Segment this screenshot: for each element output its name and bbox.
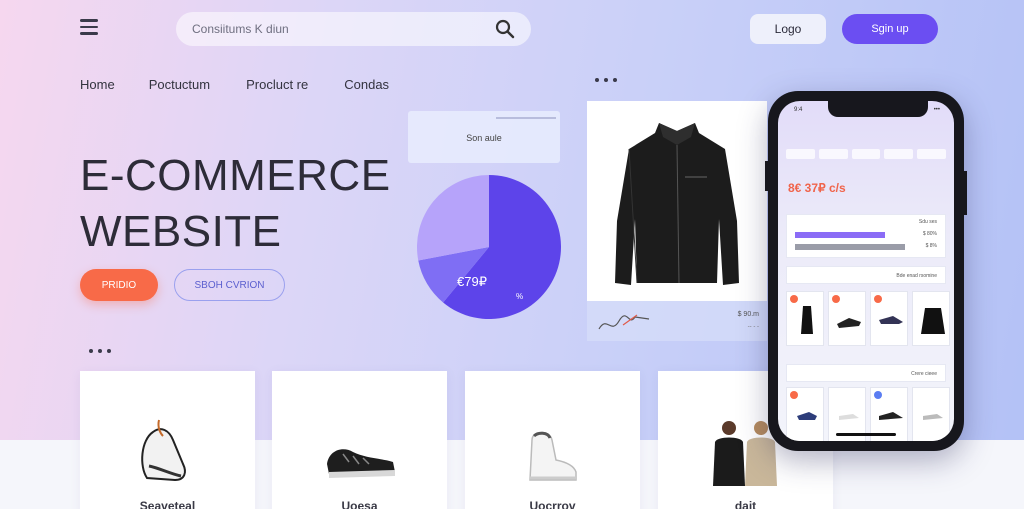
phone-mockup: 9:4 ••• 8€ 37₽ c/s Sdu ses $ 80% $ 8% Bd… bbox=[765, 91, 967, 451]
phone-panel-label: Sdu ses bbox=[918, 219, 937, 225]
phone-section-header: Bde enad rsomine bbox=[786, 266, 946, 284]
nav-item-home[interactable]: Home bbox=[80, 77, 115, 92]
phone-section-label: Crere cieee bbox=[911, 371, 937, 377]
pie-chart: €79₽ % bbox=[417, 175, 561, 319]
jacket-image bbox=[615, 123, 739, 285]
phone-tabs bbox=[786, 149, 946, 159]
stat-card-label: Son aule bbox=[466, 133, 502, 143]
phone-product-cell[interactable] bbox=[786, 291, 824, 346]
phone-product-grid bbox=[786, 291, 950, 346]
search-icon[interactable] bbox=[495, 19, 515, 39]
phone-side-button bbox=[964, 171, 967, 215]
phone-section-label: Bde enad rsomine bbox=[896, 273, 937, 279]
white-sneaker-image bbox=[529, 431, 577, 481]
hero-title-line-1: E-COMMERCE bbox=[80, 151, 391, 200]
phone-home-indicator bbox=[836, 433, 896, 436]
featured-product-footer: $ 90.m -- - - bbox=[587, 301, 767, 341]
login-button[interactable]: Logo bbox=[750, 14, 826, 44]
hero-title: E-COMMERCE WEBSITE bbox=[80, 148, 391, 260]
phone-product-icon bbox=[837, 318, 861, 328]
phone-time: 9:4 bbox=[794, 107, 803, 113]
product-name: dait bbox=[734, 499, 757, 509]
secondary-cta-button[interactable]: SBOH CVRION bbox=[174, 269, 285, 301]
phone-panel-label: $ 80% bbox=[922, 231, 937, 237]
featured-product-meta: -- - - bbox=[747, 324, 759, 330]
phone-product-cell[interactable] bbox=[912, 291, 950, 346]
primary-cta-button[interactable]: PRIDIO bbox=[80, 269, 158, 301]
phone-stats-panel: Sdu ses $ 80% $ 8% bbox=[786, 214, 946, 258]
hero-title-line-2: WEBSITE bbox=[80, 207, 282, 256]
phone-product-cell[interactable] bbox=[786, 387, 824, 441]
phone-section-header: Crere cieee bbox=[786, 364, 946, 382]
pie-center-label: €79₽ bbox=[457, 274, 487, 289]
phone-side-button bbox=[765, 161, 768, 191]
signature-icon bbox=[598, 314, 650, 330]
search-bar[interactable] bbox=[176, 12, 531, 46]
phone-panel-label: $ 8% bbox=[925, 243, 937, 249]
phone-product-icon bbox=[797, 412, 817, 420]
product-card[interactable]: Uocrrov bbox=[465, 371, 640, 509]
phone-product-icon bbox=[921, 308, 945, 334]
product-card[interactable]: Uoesa bbox=[272, 371, 447, 509]
nav-item-product-detail[interactable]: Procluct re bbox=[246, 77, 308, 92]
phone-product-cell[interactable] bbox=[828, 291, 866, 346]
featured-product-price: $ 90.m bbox=[737, 311, 759, 318]
phone-notch bbox=[828, 101, 928, 117]
phone-product-icon bbox=[923, 414, 943, 420]
more-dots-icon[interactable] bbox=[595, 78, 617, 82]
product-card[interactable]: Seaveteal bbox=[80, 371, 255, 509]
phone-product-icon bbox=[801, 306, 813, 334]
phone-product-cell[interactable] bbox=[912, 387, 950, 441]
pie-slice bbox=[417, 175, 489, 261]
product-name: Seaveteal bbox=[139, 499, 196, 509]
phone-progress-bar bbox=[795, 232, 885, 238]
product-name: Uocrrov bbox=[529, 499, 576, 509]
stat-card-divider bbox=[496, 117, 556, 119]
nav-item-products[interactable]: Poctuctum bbox=[149, 77, 210, 92]
sneaker-image bbox=[327, 449, 395, 478]
phone-product-icon bbox=[879, 316, 903, 324]
main-nav: Home Poctuctum Procluct re Condas bbox=[80, 77, 389, 92]
product-name: Uoesa bbox=[341, 499, 378, 509]
phone-status: ••• bbox=[933, 107, 940, 113]
phone-progress-bar bbox=[795, 244, 905, 250]
pie-small-label: % bbox=[516, 292, 523, 301]
phone-screen: 9:4 ••• 8€ 37₽ c/s Sdu ses $ 80% $ 8% Bd… bbox=[778, 101, 954, 441]
hamburger-menu-icon[interactable] bbox=[80, 19, 98, 35]
phone-product-cell[interactable] bbox=[870, 291, 908, 346]
more-dots-icon[interactable] bbox=[89, 349, 111, 353]
signup-button[interactable]: Sgin up bbox=[842, 14, 938, 44]
shoe-image bbox=[141, 419, 186, 482]
search-input[interactable] bbox=[192, 22, 495, 36]
phone-promo-text: 8€ 37₽ c/s bbox=[788, 181, 846, 195]
nav-item-contact[interactable]: Condas bbox=[344, 77, 389, 92]
stat-card: Son aule bbox=[408, 111, 560, 163]
featured-product-card[interactable] bbox=[587, 101, 767, 301]
